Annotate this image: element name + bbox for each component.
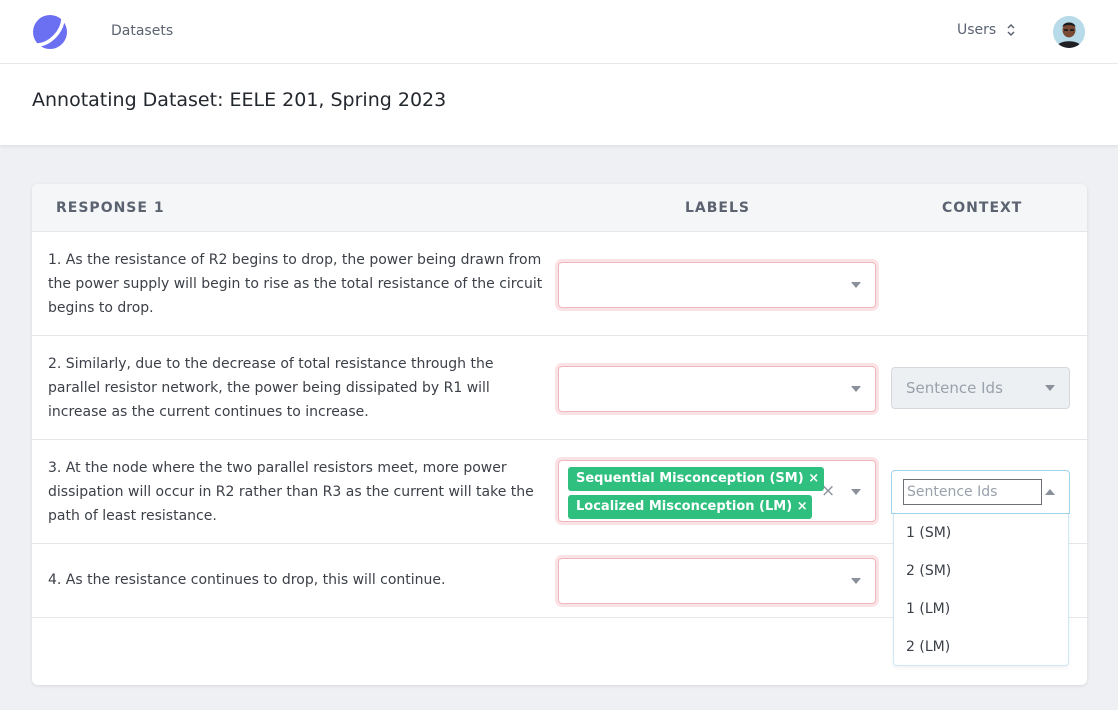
table-row: 1. As the resistance of R2 begins to dro…	[32, 232, 1087, 336]
table-header: RESPONSE 1 LABELS CONTEXT	[32, 184, 1087, 232]
page-header: Annotating Dataset: EELE 201, Spring 202…	[0, 64, 1118, 145]
context-options-dropdown: 1 (SM) 2 (SM) 1 (LM) 2 (LM)	[893, 514, 1069, 666]
context-select-disabled[interactable]: Sentence Ids	[891, 367, 1070, 409]
context-option[interactable]: 2 (SM)	[906, 563, 951, 579]
label-tag-text: Localized Misconception (LM)	[576, 499, 793, 514]
response-sentence: 3. At the node where the two parallel re…	[48, 460, 534, 524]
app-logo[interactable]	[32, 14, 68, 50]
response-sentence: 2. Similarly, due to the decrease of tot…	[48, 356, 494, 420]
annotation-card: RESPONSE 1 LABELS CONTEXT 1. As the resi…	[32, 184, 1087, 685]
chevron-up-down-icon	[1007, 23, 1015, 37]
labels-multiselect[interactable]: Sequential Misconception (SM) × Localized…	[558, 460, 876, 522]
caret-down-icon	[851, 489, 861, 495]
response-sentence: 1. As the resistance of R2 begins to dro…	[48, 252, 543, 316]
caret-down-icon	[851, 578, 861, 584]
table-row: 2. Similarly, due to the decrease of tot…	[32, 336, 1087, 440]
users-menu-label: Users	[957, 22, 997, 38]
labels-select[interactable]	[558, 262, 876, 308]
caret-down-icon	[851, 282, 861, 288]
context-search-input[interactable]	[903, 479, 1042, 505]
column-header-response: RESPONSE 1	[56, 200, 165, 216]
users-menu[interactable]: Users	[957, 22, 1016, 38]
context-option[interactable]: 2 (LM)	[906, 639, 950, 655]
column-header-labels: LABELS	[685, 200, 750, 216]
context-option[interactable]: 1 (LM)	[906, 601, 950, 617]
label-tag: Sequential Misconception (SM) ×	[568, 467, 824, 491]
context-option[interactable]: 1 (SM)	[906, 525, 951, 541]
caret-up-icon	[1045, 489, 1055, 495]
column-header-context: CONTEXT	[942, 200, 1023, 216]
label-tag-text: Sequential Misconception (SM)	[576, 471, 804, 486]
remove-tag-icon[interactable]: ×	[792, 495, 812, 519]
labels-select[interactable]	[558, 558, 876, 604]
top-navbar: Datasets Users	[0, 0, 1118, 64]
nav-link-datasets[interactable]: Datasets	[111, 23, 173, 39]
caret-down-icon	[851, 386, 861, 392]
user-avatar[interactable]	[1053, 16, 1085, 48]
context-select-open[interactable]	[891, 470, 1070, 514]
caret-down-icon	[1045, 385, 1055, 391]
page-title: Annotating Dataset: EELE 201, Spring 202…	[32, 89, 447, 111]
clear-all-icon[interactable]: ×	[821, 481, 835, 501]
avatar-person-icon	[1053, 16, 1085, 48]
label-tag: Localized Misconception (LM) ×	[568, 495, 813, 519]
labels-select[interactable]	[558, 366, 876, 412]
context-placeholder: Sentence Ids	[906, 379, 1003, 397]
response-sentence: 4. As the resistance continues to drop, …	[48, 572, 446, 588]
